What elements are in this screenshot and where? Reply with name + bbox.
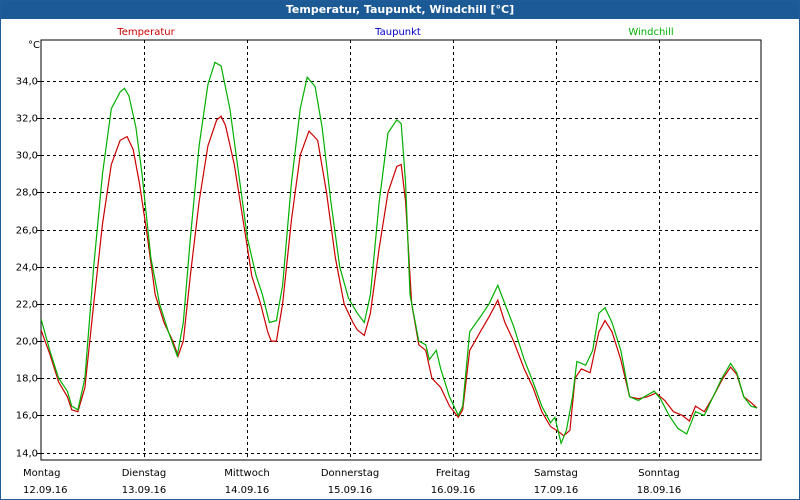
line-chart: 14,0 16,0 18,0 20,0 22,0 24,0 26,0 28,0 30,0 32,0… — [16, 27, 762, 496]
x-tick-date-label: 18.09.16 — [637, 485, 682, 496]
window-title: Temperatur, Taupunkt, Windchill [°C] — [1, 1, 799, 19]
x-tick-day-label: Sonntag — [638, 468, 680, 479]
y-tick-label: 16,0 — [16, 411, 38, 422]
legend-windchill: Windchill — [628, 27, 673, 38]
x-tick-date-label: 13.09.16 — [122, 485, 167, 496]
y-tick-label: 30,0 — [16, 151, 38, 162]
legend-temperatur: Temperatur — [116, 27, 175, 38]
series-line-temperatur — [41, 115, 758, 437]
y-tick-label: 18,0 — [16, 374, 38, 385]
x-tick-day-label: Donnerstag — [321, 468, 379, 479]
x-tick-date-label: 15.09.16 — [328, 485, 373, 496]
y-axis-unit-label: °C — [28, 40, 40, 51]
y-tick-label: 20,0 — [16, 337, 38, 348]
x-tick-day-label: Dienstag — [122, 468, 167, 479]
y-tick-label: 28,0 — [16, 188, 38, 199]
y-tick-label: 24,0 — [16, 263, 38, 274]
y-tick-label: 26,0 — [16, 226, 38, 237]
x-tick-day-label: Mittwoch — [224, 468, 269, 479]
y-tick-label: 34,0 — [16, 77, 38, 88]
x-tick-day-label: Samstag — [534, 468, 578, 479]
x-tick-date-label: 16.09.16 — [431, 485, 476, 496]
y-tick-label: 22,0 — [16, 300, 38, 311]
x-tick-date-label: 14.09.16 — [225, 485, 270, 496]
legend-taupunkt: Taupunkt — [374, 27, 421, 38]
y-tick-label: 32,0 — [16, 114, 38, 125]
series — [41, 61, 758, 446]
chart-window: Temperatur, Taupunkt, Windchill [°C] 14,… — [0, 0, 800, 500]
x-tick-date-label: 12.09.16 — [23, 485, 68, 496]
series-line-windchill — [41, 61, 758, 446]
x-tick-date-label: 17.09.16 — [534, 485, 579, 496]
x-tick-day-label: Montag — [23, 468, 60, 479]
x-tick-day-label: Freitag — [436, 468, 470, 479]
y-tick-label: 14,0 — [16, 449, 38, 460]
